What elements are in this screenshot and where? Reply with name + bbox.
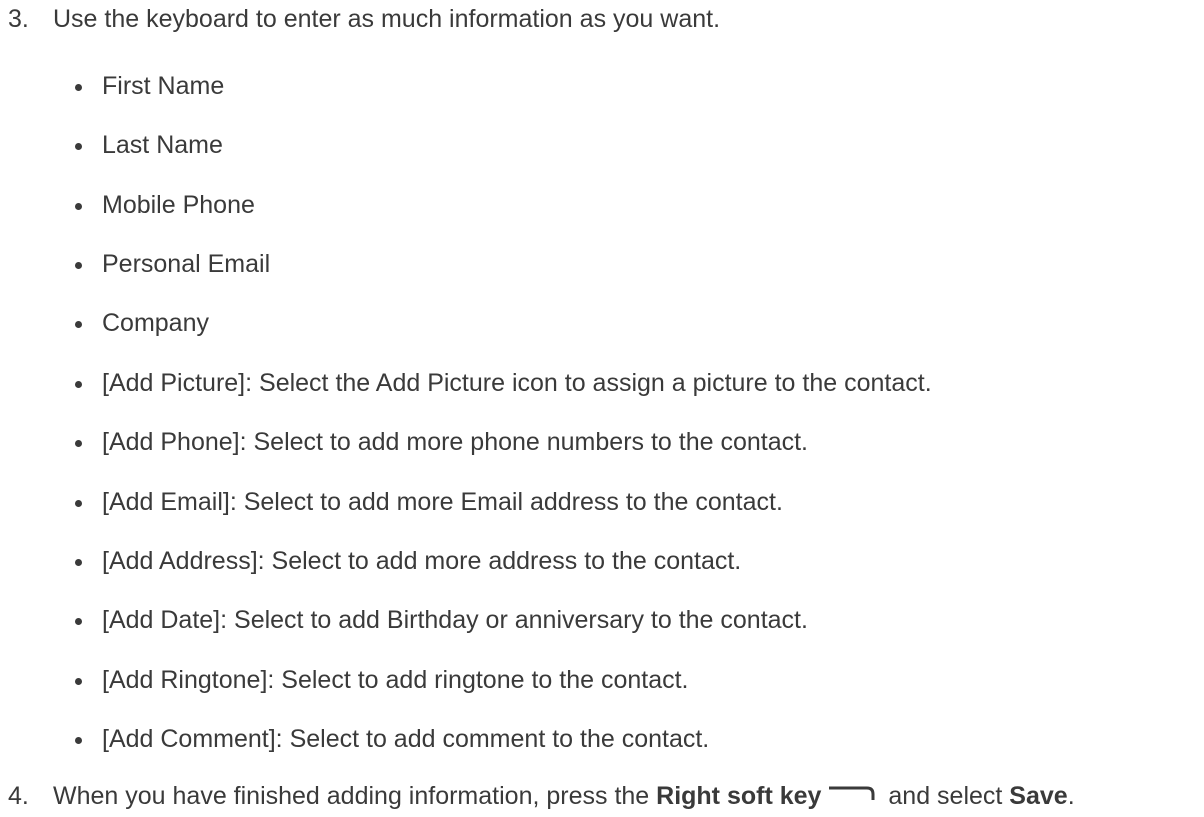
step-4-number: 4. xyxy=(8,782,29,810)
list-item-text: [Add Email]: Select to add more Email ad… xyxy=(102,488,783,516)
list-item-text: Personal Email xyxy=(102,250,271,278)
list-item-text: [Add Address]: Select to add more addres… xyxy=(102,547,742,575)
list-item-text: Company xyxy=(102,309,209,337)
step-3-number: 3. xyxy=(8,5,29,33)
save-action-label: Save xyxy=(1009,782,1068,810)
step-4-text: When you have finished adding informatio… xyxy=(53,781,1075,811)
list-item-text: [Add Picture]: Select the Add Picture ic… xyxy=(102,369,932,397)
list-item-text: Mobile Phone xyxy=(102,191,255,219)
bullet-icon xyxy=(75,678,82,685)
bullet-icon xyxy=(75,737,82,744)
bullet-icon xyxy=(75,381,82,388)
bullet-icon xyxy=(75,440,82,447)
list-item-text: [Add Ringtone]: Select to add ringtone t… xyxy=(102,666,689,694)
step-3-text: Use the keyboard to enter as much inform… xyxy=(53,5,721,33)
bullet-icon xyxy=(75,618,82,625)
bullet-icon xyxy=(75,321,82,328)
bullet-icon xyxy=(75,203,82,210)
bullet-icon xyxy=(75,500,82,507)
list-item-text: First Name xyxy=(102,72,225,100)
step-4-text-middle: and select xyxy=(881,782,1010,810)
step-4-text-end: . xyxy=(1067,782,1075,810)
list-item-text: Last Name xyxy=(102,131,223,159)
bullet-icon xyxy=(75,143,82,150)
bullet-icon xyxy=(75,262,82,269)
step-4-text-before: When you have finished adding informatio… xyxy=(53,782,657,810)
right-soft-key-icon xyxy=(829,786,875,801)
bullet-icon xyxy=(75,559,82,566)
list-item-text: [Add Phone]: Select to add more phone nu… xyxy=(102,428,809,456)
bullet-icon xyxy=(75,84,82,91)
right-soft-key-label: Right soft key xyxy=(656,782,822,810)
list-item-text: [Add Date]: Select to add Birthday or an… xyxy=(102,606,808,634)
list-item-text: [Add Comment]: Select to add comment to … xyxy=(102,725,710,753)
